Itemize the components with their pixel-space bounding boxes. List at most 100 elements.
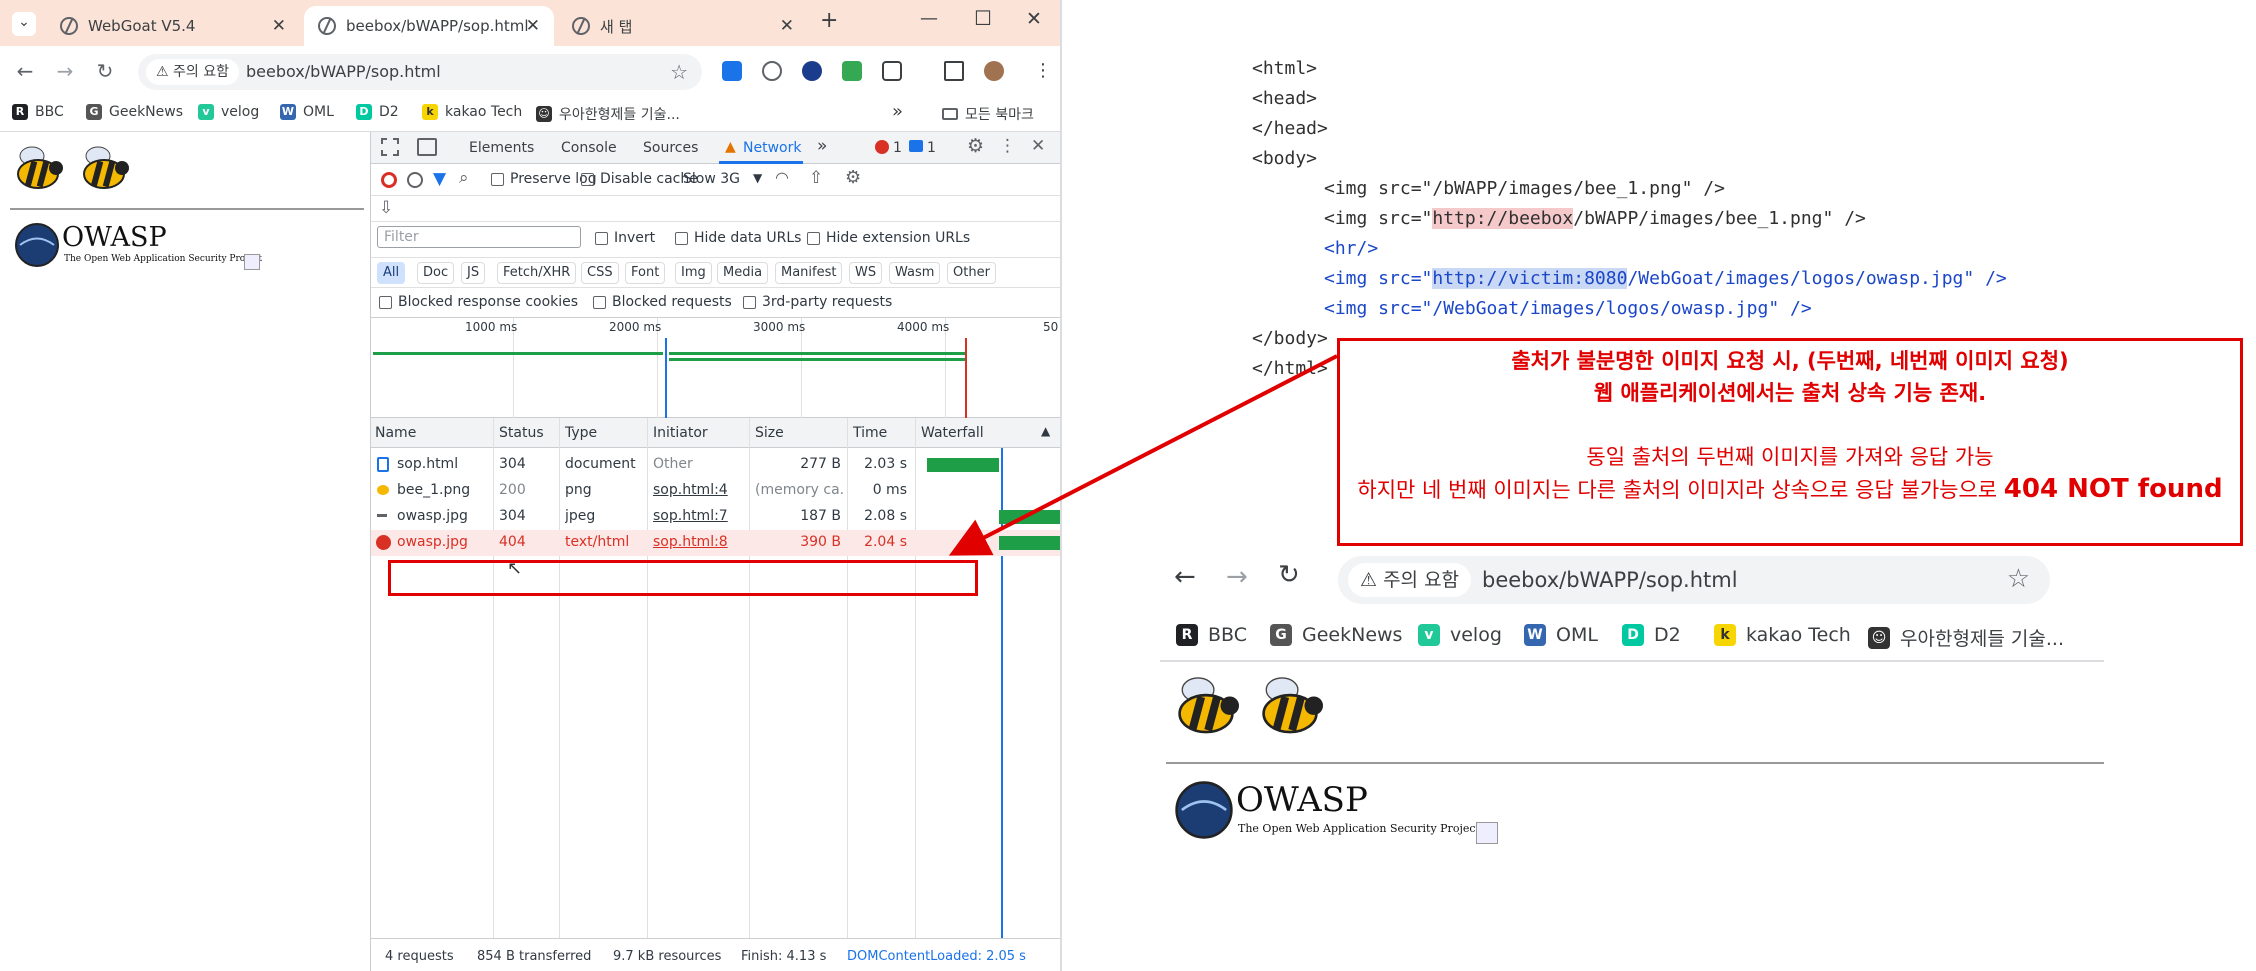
forward-button[interactable]: → (50, 56, 80, 86)
third-party-checkbox[interactable]: 3rd-party requests (743, 294, 892, 310)
more-tabs[interactable]: » (817, 136, 827, 156)
minimize-button[interactable]: — (920, 8, 938, 29)
filter-funnel-icon[interactable]: ▼ (433, 169, 446, 189)
filter-img[interactable]: Img (675, 262, 712, 284)
wifi-icon[interactable]: ◠ (775, 168, 789, 187)
extension-icon[interactable] (762, 61, 782, 81)
disable-cache-checkbox[interactable]: Disable cache (581, 171, 698, 187)
tab-webgoat[interactable]: WebGoat V5.4 ✕ (46, 6, 300, 46)
bookmark-oml[interactable]: W OML (1524, 624, 1598, 646)
new-tab-button[interactable]: + (820, 8, 838, 33)
filter-other[interactable]: Other (947, 262, 996, 284)
back-button[interactable]: ← (1174, 562, 1196, 592)
col-waterfall[interactable]: Waterfall (917, 418, 984, 448)
bookmark-oml[interactable]: W OML (280, 104, 334, 120)
back-button[interactable]: ← (10, 56, 40, 86)
maximize-button[interactable]: ☐ (974, 6, 992, 30)
tab-network[interactable]: Network (743, 140, 801, 156)
tab-search-dropdown[interactable]: ⌄ (12, 12, 36, 36)
bookmark-d2[interactable]: D D2 (356, 104, 399, 120)
bookmark-bbc[interactable]: R BBC (1176, 624, 1247, 646)
reload-button[interactable]: ↻ (90, 56, 120, 86)
close-devtools-icon[interactable]: ✕ (1031, 136, 1045, 156)
filter-ws[interactable]: WS (849, 262, 883, 284)
close-tab-icon[interactable]: ✕ (780, 16, 794, 36)
puzzle-icon[interactable] (882, 61, 902, 81)
filter-js[interactable]: JS (461, 262, 486, 284)
menu-kebab-icon[interactable]: ⋮ (1034, 60, 1052, 81)
clear-icon[interactable] (407, 172, 423, 188)
bookmark-d2[interactable]: D D2 (1622, 624, 1681, 646)
bookmark-kakao-tech[interactable]: k kakao Tech (422, 104, 522, 120)
bookmark-star-icon[interactable]: ☆ (670, 60, 688, 84)
filter-input[interactable]: Filter (377, 226, 581, 248)
col-name[interactable]: Name (371, 418, 416, 448)
filter-all[interactable]: All (377, 262, 406, 284)
hide-data-urls-checkbox[interactable]: Hide data URLs (675, 230, 801, 246)
search-icon[interactable]: ⌕ (459, 168, 469, 188)
bookmark-velog[interactable]: v velog (1418, 624, 1502, 646)
bookmark-star-icon[interactable]: ☆ (2007, 564, 2030, 594)
blocked-cookies-checkbox[interactable]: Blocked response cookies (379, 294, 578, 310)
filter-css[interactable]: CSS (581, 262, 619, 284)
translate-extension-icon[interactable] (722, 61, 742, 81)
side-panel-icon[interactable] (944, 61, 964, 81)
inspect-element-icon[interactable] (381, 138, 399, 156)
bookmark-bbc[interactable]: R BBC (12, 104, 64, 120)
address-bar[interactable]: ⚠ 주의 요함 beebox/bWAPP/sop.html ☆ (138, 54, 702, 90)
check-extension-icon[interactable] (802, 61, 822, 81)
tab-elements[interactable]: Elements (469, 140, 534, 156)
window-close-button[interactable]: ✕ (1026, 8, 1042, 30)
all-bookmarks[interactable]: 모든 북마크 (942, 104, 1034, 124)
network-overview-timeline[interactable]: 1000 ms 2000 ms 3000 ms 4000 ms 50 (371, 318, 1060, 418)
message-count-icon[interactable] (909, 140, 923, 152)
upload-icon[interactable]: ⇧ (809, 168, 823, 188)
close-tab-icon[interactable]: ✕ (272, 16, 286, 36)
close-tab-icon[interactable]: ✕ (526, 16, 540, 36)
chevron-down-icon[interactable]: ▼ (753, 171, 762, 185)
tab-new-tab[interactable]: 새 탭 ✕ (558, 6, 808, 46)
zoomed-address-bar[interactable]: ⚠ 주의 요함 beebox/bWAPP/sop.html ☆ (1338, 556, 2050, 604)
col-initiator[interactable]: Initiator (649, 418, 708, 448)
invert-checkbox[interactable]: Invert (595, 230, 655, 246)
filter-media[interactable]: Media (717, 262, 769, 284)
security-warning-chip[interactable]: ⚠ 주의 요함 (1348, 563, 1472, 597)
table-row-error[interactable]: owasp.jpg 404 text/html sop.html:8 390 B… (371, 530, 1060, 556)
bookmark-geeknews[interactable]: G GeekNews (1270, 624, 1402, 646)
bookmark-woowahan[interactable]: ☺ 우아한형제들 기술... (536, 104, 680, 124)
sort-up-icon[interactable]: ▲ (1041, 424, 1050, 438)
record-stop-icon[interactable] (381, 172, 397, 188)
throttling-select[interactable]: Slow 3G (683, 171, 740, 187)
filter-doc[interactable]: Doc (417, 262, 455, 284)
table-row[interactable]: bee_1.png 200 png sop.html:4 (memory ca.… (371, 478, 1060, 504)
filter-manifest[interactable]: Manifest (775, 262, 843, 284)
network-settings-gear-icon[interactable]: ⚙ (845, 167, 861, 188)
col-size[interactable]: Size (751, 418, 784, 448)
tab-sources[interactable]: Sources (643, 140, 698, 156)
cell-initiator[interactable]: sop.html:8 (653, 534, 728, 550)
settings-gear-icon[interactable]: ⚙ (967, 135, 984, 157)
devtools-menu-icon[interactable]: ⋮ (999, 136, 1016, 156)
security-warning-chip[interactable]: ⚠ 주의 요함 (146, 59, 239, 85)
blocked-requests-checkbox[interactable]: Blocked requests (593, 294, 732, 310)
hide-extension-urls-checkbox[interactable]: Hide extension URLs (807, 230, 970, 246)
table-row[interactable]: sop.html 304 document Other 277 B 2.03 s (371, 452, 1060, 478)
col-status[interactable]: Status (495, 418, 544, 448)
avatar[interactable] (984, 61, 1004, 81)
bookmark-velog[interactable]: v velog (198, 104, 259, 120)
bookmark-kakao-tech[interactable]: k kakao Tech (1714, 624, 1851, 646)
bookmarks-overflow[interactable]: » (892, 101, 903, 122)
filter-fetch-xhr[interactable]: Fetch/XHR (497, 262, 577, 284)
cell-initiator[interactable]: sop.html:4 (653, 482, 728, 498)
forward-button[interactable]: → (1226, 562, 1248, 592)
col-type[interactable]: Type (561, 418, 597, 448)
download-icon[interactable]: ⇩ (379, 198, 393, 218)
cell-initiator[interactable]: sop.html:7 (653, 508, 728, 524)
error-count-icon[interactable] (875, 140, 889, 154)
filter-font[interactable]: Font (625, 262, 666, 284)
col-time[interactable]: Time (849, 418, 887, 448)
tab-console[interactable]: Console (561, 140, 617, 156)
filter-wasm[interactable]: Wasm (889, 262, 941, 284)
green-extension-icon[interactable] (842, 61, 862, 81)
reload-button[interactable]: ↻ (1278, 560, 1300, 590)
